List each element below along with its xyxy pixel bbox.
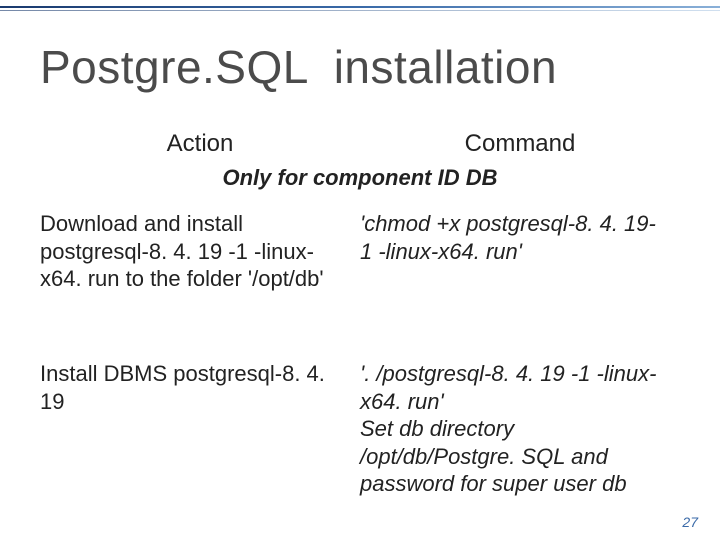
slide-top-accent (0, 0, 720, 14)
column-header-command: Command (360, 130, 680, 158)
slide-title: Postgre.SQL installation (40, 40, 557, 94)
page-number: 27 (682, 514, 698, 530)
table-row: Download and install postgresql-8. 4. 19… (40, 210, 680, 293)
section-subtitle: Only for component ID DB (0, 165, 720, 191)
cell-command: '. /postgresql-8. 4. 19 -1 -linux-x64. r… (360, 360, 680, 498)
accent-line-2 (0, 10, 720, 11)
cell-action: Install DBMS postgresql-8. 4. 19 (40, 360, 360, 498)
table-row: Install DBMS postgresql-8. 4. 19 '. /pos… (40, 360, 680, 498)
column-header-action: Action (40, 130, 360, 158)
table-headers: Action Command (40, 130, 680, 158)
accent-line-1 (0, 6, 720, 8)
cell-command: 'chmod +x postgresql-8. 4. 19-1 -linux-x… (360, 210, 680, 293)
cell-action: Download and install postgresql-8. 4. 19… (40, 210, 360, 293)
